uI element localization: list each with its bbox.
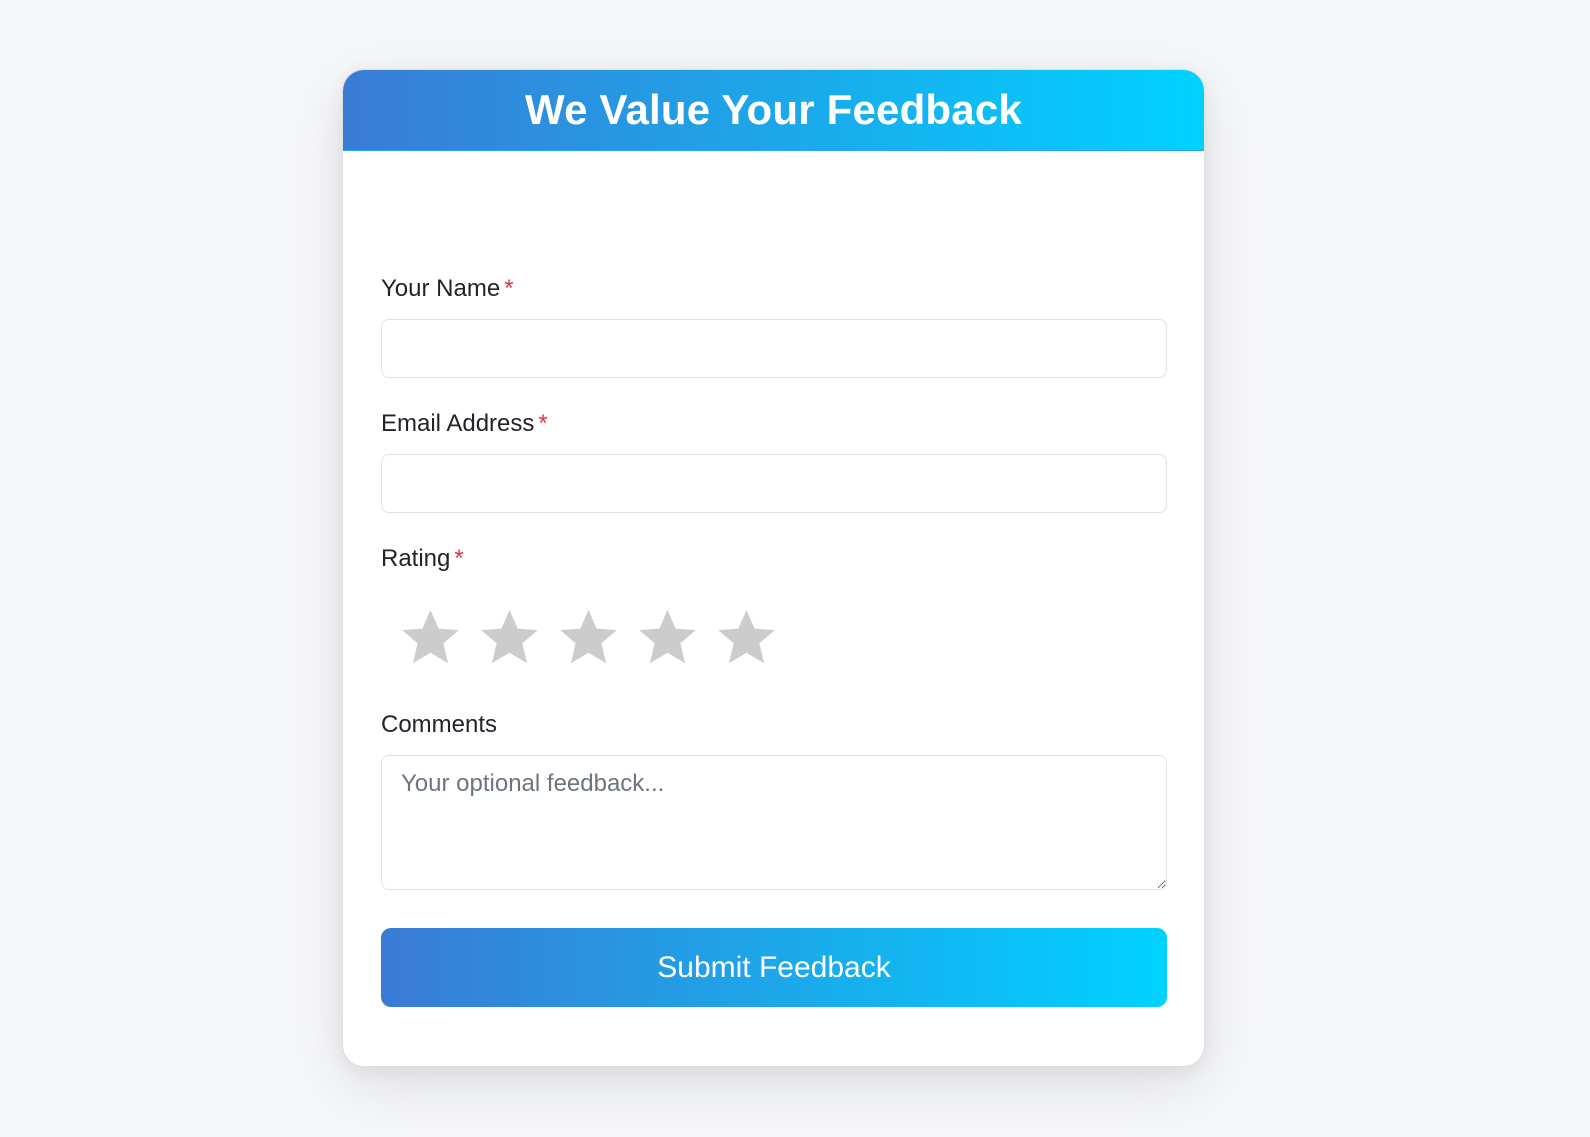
star-icon[interactable] xyxy=(636,606,699,669)
comments-label: Comments xyxy=(381,711,497,739)
name-label-text: Your Name xyxy=(381,275,501,302)
page-title: We Value Your Feedback xyxy=(525,86,1022,133)
star-icon[interactable] xyxy=(557,606,620,669)
required-marker: * xyxy=(538,410,548,437)
name-input[interactable] xyxy=(381,319,1167,378)
star-icon[interactable] xyxy=(715,606,778,669)
card-header: We Value Your Feedback xyxy=(343,70,1204,151)
feedback-card: We Value Your Feedback Your Name * Email … xyxy=(342,69,1205,1067)
submit-feedback-button[interactable]: Submit Feedback xyxy=(381,928,1167,1007)
required-marker: * xyxy=(454,545,464,572)
rating-label-text: Rating xyxy=(381,545,451,572)
rating-label: Rating * xyxy=(381,545,464,573)
required-marker: * xyxy=(504,275,514,302)
email-label: Email Address * xyxy=(381,410,548,438)
email-input[interactable] xyxy=(381,454,1167,513)
star-icon[interactable] xyxy=(399,606,462,669)
name-label: Your Name * xyxy=(381,275,514,303)
star-icon[interactable] xyxy=(478,606,541,669)
comments-label-text: Comments xyxy=(381,711,498,738)
email-label-text: Email Address xyxy=(381,410,535,437)
comments-textarea[interactable] xyxy=(381,755,1167,890)
star-rating xyxy=(399,606,778,669)
